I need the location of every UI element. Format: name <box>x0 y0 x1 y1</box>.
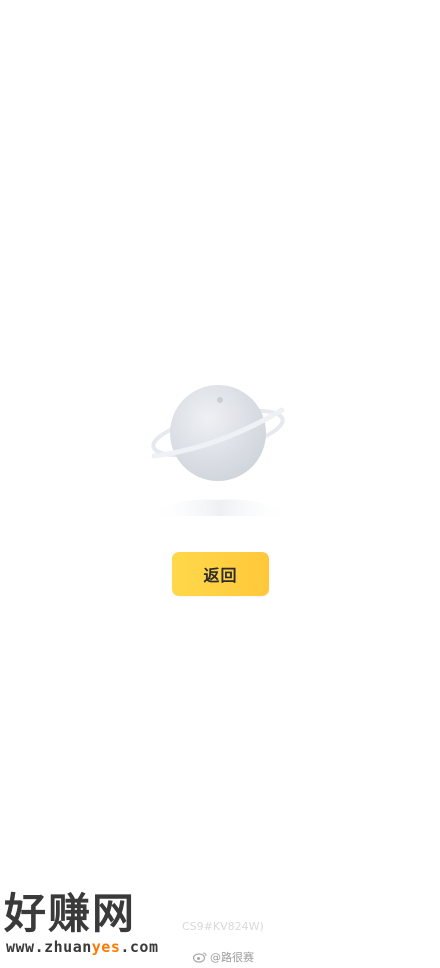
watermark-url-suffix: .com <box>120 938 159 956</box>
back-button[interactable]: 返回 <box>172 552 269 596</box>
weibo-handle: @路很赛 <box>210 951 254 964</box>
site-watermark: 好赚网 www.zhuanyes.com <box>4 888 204 958</box>
watermark-url: www.zhuanyes.com <box>6 938 159 956</box>
watermark-url-prefix: www.zhuan <box>6 938 92 956</box>
watermark-title: 好赚网 <box>4 889 137 938</box>
back-button-label: 返回 <box>203 566 238 585</box>
planet-icon <box>140 378 300 528</box>
empty-page: 返回 CS9#KV824W) @路很赛 好赚网 www.zhuanyes.com <box>0 0 440 968</box>
watermark-url-accent: yes <box>91 938 121 956</box>
